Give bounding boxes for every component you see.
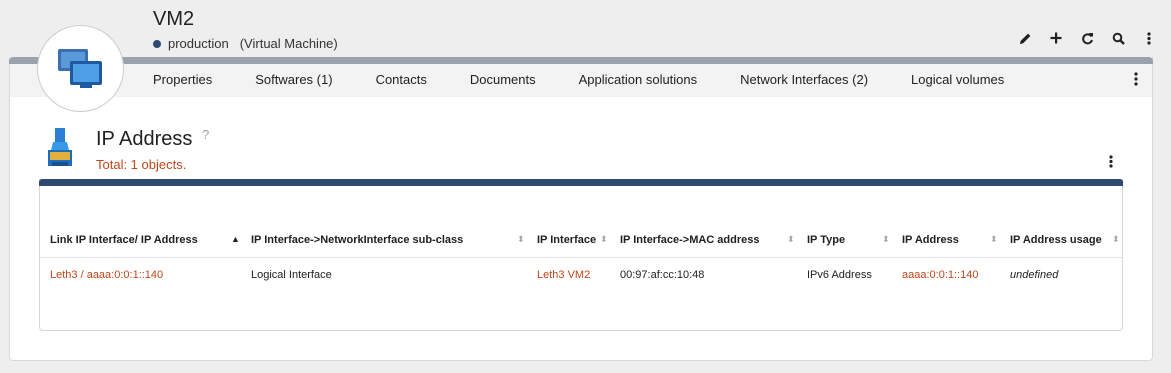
cell-subclass: Logical Interface (251, 269, 332, 281)
column-header-ip-interface[interactable]: IP Interface (537, 234, 596, 246)
status-dot (153, 39, 161, 48)
tab-application-solutions[interactable]: Application solutions (579, 72, 698, 87)
more-icon[interactable] (1141, 30, 1157, 46)
sort-icon[interactable]: ⬍ (600, 234, 608, 245)
virtual-machine-avatar (37, 25, 124, 112)
tab-contacts[interactable]: Contacts (376, 72, 427, 87)
total-count: Total: 1 objects. (96, 157, 187, 172)
table-header-bar (39, 179, 1123, 186)
status-label: production (168, 36, 229, 51)
sort-asc-icon[interactable]: ▲ (231, 234, 240, 244)
tab-list: Properties Softwares (1) Contacts Docume… (153, 72, 1047, 87)
column-header-ip-address[interactable]: IP Address (902, 234, 959, 246)
cell-link[interactable]: Leth3 / aaaa:0:0:1::140 (50, 269, 163, 281)
tab-properties[interactable]: Properties (153, 72, 212, 87)
status-line: production (Virtual Machine) (153, 36, 338, 51)
refresh-icon[interactable] (1079, 30, 1095, 46)
sort-icon[interactable]: ⬍ (1112, 234, 1120, 245)
cell-usage: undefined (1010, 269, 1059, 281)
cell-ip-type: IPv6 Address (807, 269, 872, 281)
tab-softwares[interactable]: Softwares (1) (255, 72, 332, 87)
help-icon[interactable]: ? (202, 127, 209, 142)
tab-documents[interactable]: Documents (470, 72, 536, 87)
pencil-icon[interactable] (1017, 30, 1033, 46)
section-more-icon[interactable] (1109, 155, 1113, 173)
column-header-link[interactable]: Link IP Interface/ IP Address (50, 234, 198, 246)
column-header-ip-type[interactable]: IP Type (807, 234, 845, 246)
tab-network-interfaces[interactable]: Network Interfaces (2) (740, 72, 868, 87)
card-topbar (9, 57, 1153, 64)
sort-icon[interactable]: ⬍ (787, 234, 795, 245)
column-header-subclass[interactable]: IP Interface->NetworkInterface sub-class (251, 234, 463, 246)
cell-mac: 00:97:af:cc:10:48 (620, 269, 705, 281)
column-header-usage[interactable]: IP Address usage (1010, 234, 1102, 246)
page-title: VM2 (153, 8, 195, 30)
sort-icon[interactable]: ⬍ (990, 234, 998, 245)
object-type-label: (Virtual Machine) (239, 36, 338, 51)
table-divider (40, 257, 1122, 258)
object-toolbar (1017, 30, 1157, 46)
sort-icon[interactable]: ⬍ (882, 234, 890, 245)
tab-logical-volumes[interactable]: Logical volumes (911, 72, 1004, 87)
plus-icon[interactable] (1048, 30, 1064, 46)
tabs-more-icon[interactable] (1134, 72, 1138, 91)
column-header-mac[interactable]: IP Interface->MAC address (620, 234, 760, 246)
cell-ip-interface[interactable]: Leth3 VM2 (537, 269, 590, 281)
sort-icon[interactable]: ⬍ (517, 234, 525, 245)
cell-ip-address[interactable]: aaaa:0:0:1::140 (902, 269, 978, 281)
search-icon[interactable] (1110, 30, 1126, 46)
virtual-machine-icon (57, 48, 102, 88)
section-title: IP Address (96, 128, 193, 150)
ethernet-cable-icon (44, 128, 76, 175)
ip-address-table (39, 179, 1123, 331)
